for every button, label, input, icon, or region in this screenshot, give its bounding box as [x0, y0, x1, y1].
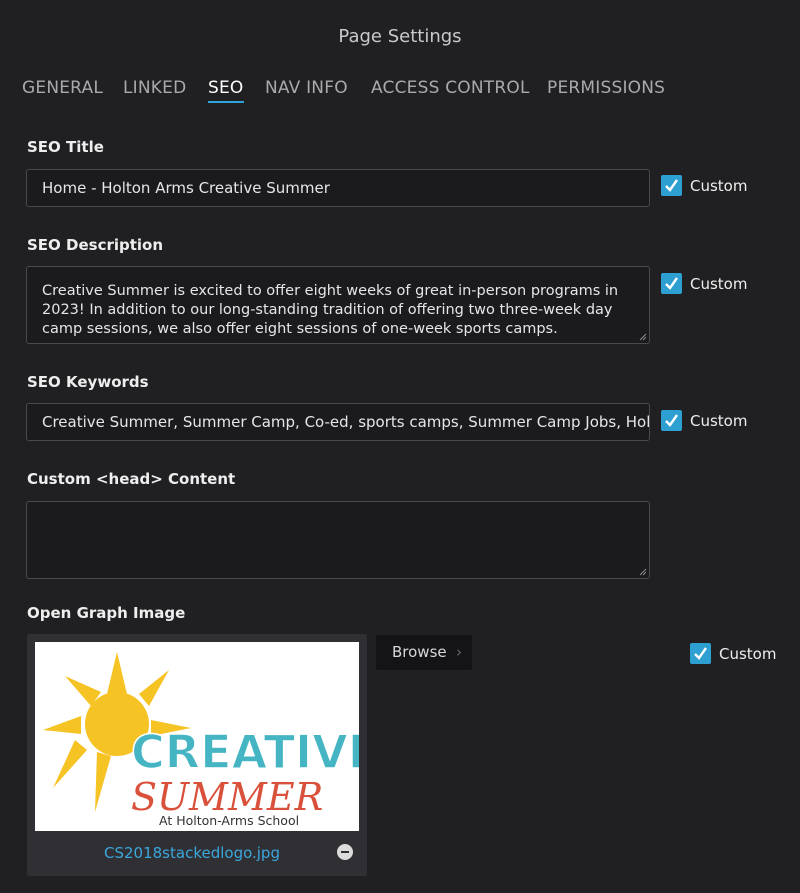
seo-title-custom-checkbox[interactable]: Custom [661, 175, 747, 196]
custom-label: Custom [690, 411, 748, 430]
og-image-label: Open Graph Image [27, 604, 186, 622]
remove-icon[interactable] [337, 844, 353, 860]
logo-line-1: CREATIVE [131, 725, 359, 779]
tab-nav-info[interactable]: NAV INFO [265, 78, 348, 101]
custom-head-textarea[interactable] [26, 501, 650, 579]
tab-permissions[interactable]: PERMISSIONS [547, 78, 665, 101]
og-image-custom-checkbox[interactable]: Custom [690, 643, 776, 664]
tab-seo[interactable]: SEO [208, 78, 244, 103]
browse-label: Browse [392, 643, 447, 661]
chevron-right-icon: › [456, 643, 462, 661]
og-image-filename-link[interactable]: CS2018stackedlogo.jpg [27, 844, 357, 862]
checkmark-icon [661, 273, 682, 294]
seo-keywords-input[interactable]: Creative Summer, Summer Camp, Co-ed, spo… [26, 403, 650, 441]
custom-label: Custom [690, 274, 748, 293]
og-image-thumbnail: CREATIVE SUMMER At Holton-Arms School [35, 642, 359, 831]
custom-label: Custom [690, 176, 748, 195]
creative-summer-logo: CREATIVE SUMMER At Holton-Arms School [43, 652, 359, 828]
tab-linked[interactable]: LINKED [123, 78, 186, 101]
seo-description-label: SEO Description [27, 236, 164, 254]
seo-description-textarea[interactable]: Creative Summer is excited to offer eigh… [26, 266, 650, 344]
checkmark-icon [690, 643, 711, 664]
tab-access-control[interactable]: ACCESS CONTROL [371, 78, 530, 101]
seo-keywords-custom-checkbox[interactable]: Custom [661, 410, 747, 431]
seo-description-text: Creative Summer is excited to offer eigh… [42, 283, 619, 337]
seo-description-custom-checkbox[interactable]: Custom [661, 273, 747, 294]
custom-head-label: Custom <head> Content [27, 470, 236, 488]
resize-handle-icon[interactable] [639, 568, 647, 576]
resize-handle-icon[interactable] [639, 333, 647, 341]
custom-label: Custom [719, 644, 777, 663]
seo-keywords-label: SEO Keywords [27, 373, 149, 391]
browse-button[interactable]: Browse › [376, 635, 472, 670]
seo-title-input[interactable]: Home - Holton Arms Creative Summer [26, 169, 650, 207]
logo-line-3: At Holton-Arms School [159, 813, 299, 828]
seo-title-label: SEO Title [27, 138, 104, 156]
page-title: Page Settings [338, 26, 462, 47]
checkmark-icon [661, 175, 682, 196]
og-image-preview-panel: CREATIVE SUMMER At Holton-Arms School CS… [27, 634, 367, 876]
tab-general[interactable]: GENERAL [22, 78, 103, 101]
checkmark-icon [661, 410, 682, 431]
